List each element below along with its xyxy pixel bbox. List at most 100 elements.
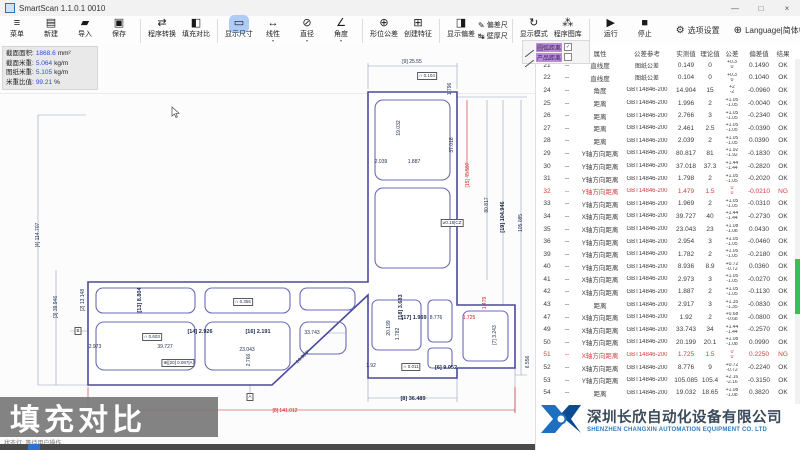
close-button[interactable]: ×: [774, 1, 800, 16]
table-row[interactable]: 31--Y轴方向距离GBT14846-2001.7982+1.05-1.05-0…: [538, 172, 794, 185]
toolbar-button-create-feature[interactable]: ⊞创建特征: [401, 17, 435, 39]
smartscan-app: { "title_bar": { "title": "SmartScan 1.1…: [0, 0, 800, 450]
toolbar-button-import[interactable]: ▰导入: [68, 17, 102, 39]
toolbar-button-diameter[interactable]: ⊘直径▾: [290, 17, 324, 42]
column-header[interactable]: 公差参考: [622, 48, 672, 58]
maximize-button[interactable]: □: [748, 1, 774, 16]
toolbar-button-deviation-ruler[interactable]: ✎偏差尺: [478, 20, 508, 31]
table-cell: --: [556, 226, 578, 233]
table-row[interactable]: 51--X轴方向距离GBT14846-2001.7251.5000.2250NG: [538, 349, 794, 362]
result-badge: OK: [774, 301, 792, 308]
scrollbar-thumb[interactable]: [795, 259, 800, 314]
result-badge: OK: [774, 150, 792, 157]
deviation-cell: -0.2730: [744, 213, 774, 220]
dimension-label: A: [246, 393, 253, 401]
toolbar-button-run[interactable]: ▶运行: [594, 17, 628, 39]
table-row[interactable]: 54--距离GBT14846-20019.03218.65+1.08-1.080…: [538, 386, 794, 399]
dimension-label: ⌀0.18|CZ: [441, 219, 464, 227]
table-row[interactable]: 30--Y轴方向距离GBT14846-20037.01837.3+1.44-1.…: [538, 160, 794, 173]
table-row[interactable]: 41--X轴方向距离GBT14846-2002.9733+1.05-1.05-0…: [538, 273, 794, 286]
column-header[interactable]: 实测值: [672, 48, 700, 58]
info-unit: kg/m: [54, 68, 68, 78]
table-row[interactable]: 47--X轴方向距离GBT14846-2001.922+0.68-0.68-0.…: [538, 311, 794, 324]
table-row[interactable]: 26--距离GBT14846-2002.7663+1.05-1.05-0.234…: [538, 109, 794, 122]
toolbar-button-display-mode[interactable]: ↻显示模式▾: [517, 17, 551, 42]
info-value: 1868.6: [36, 49, 56, 59]
table-cell: 15: [700, 87, 720, 94]
toolbar-button-show-deviation[interactable]: ◨显示偏差: [444, 17, 478, 39]
table-row[interactable]: 35--X轴方向距离GBT14846-20023.04323+1.08-1.08…: [538, 223, 794, 236]
fill-compare-icon: ◧: [188, 17, 204, 31]
table-row[interactable]: 36--Y轴方向距离GBT14846-2002.9543+1.05-1.05-0…: [538, 235, 794, 248]
table-row[interactable]: 22--直线度图纸公差0.1040+0.300.1040OK: [538, 72, 794, 85]
toolbar-button-label: 形位公差: [370, 31, 398, 39]
table-row[interactable]: 34--X轴方向距离GBT14846-20039.72740+1.44-1.44…: [538, 210, 794, 223]
info-row: 截面米重:5.064kg/m: [6, 59, 94, 69]
table-cell: --: [556, 389, 578, 396]
column-header[interactable]: 结果: [774, 48, 792, 58]
table-row[interactable]: 28--距离GBT14846-2002.0392+1.05-1.050.0390…: [538, 135, 794, 148]
table-row[interactable]: 33--Y轴方向距离GBT14846-2001.9692+1.05-1.05-0…: [538, 198, 794, 211]
toolbar-button-save[interactable]: ▣保存: [102, 17, 136, 39]
toolbar-button-show-dimensions[interactable]: ▭显示尺寸: [222, 17, 256, 39]
table-row[interactable]: 40--Y轴方向距离GBT14846-2008.9368.9+0.72-0.72…: [538, 261, 794, 274]
tolerance-cell: +1.08-1.08: [720, 224, 744, 234]
column-header[interactable]: 理论值: [700, 48, 720, 58]
dimension-label: 1.796: [447, 83, 453, 96]
column-header[interactable]: 偏差值: [744, 48, 774, 58]
program-convert-icon: ⇄: [154, 17, 169, 31]
table-row[interactable]: 53--Y轴方向距离GBT14846-200105.085105.4+2.16-…: [538, 374, 794, 387]
table-cell: 1.782: [672, 251, 700, 258]
toolbar-button-new[interactable]: ▤新建: [34, 17, 68, 39]
result-badge: OK: [774, 163, 792, 170]
table-row[interactable]: 43--距离GBT14846-2002.9173+1.35-1.35-0.083…: [538, 298, 794, 311]
table-row[interactable]: 42--X轴方向距离GBT14846-2001.8872+1.05-1.05-0…: [538, 286, 794, 299]
legend-checkbox[interactable]: ✓: [564, 43, 572, 51]
table-row[interactable]: 49--X轴方向距离GBT14846-20033.74334+1.44-1.44…: [538, 323, 794, 336]
table-cell: --: [556, 326, 578, 333]
toolbar-button-option-settings[interactable]: ⚙选项设置: [676, 25, 720, 36]
deviation-cell: -0.2340: [744, 112, 774, 119]
table-scrollbar[interactable]: [795, 59, 800, 404]
table-cell: 34: [700, 326, 720, 333]
dimension-label: ∩ 0.356: [233, 298, 253, 306]
toolbar-button-linear[interactable]: ↔线性▾: [256, 17, 290, 42]
toolbar-button-wall-ruler[interactable]: ↹壁厚尺: [478, 31, 508, 42]
legend-item[interactable]: 圆弧距离✓: [525, 42, 587, 52]
table-row[interactable]: 25--距离GBT14846-2001.9962+1.05-1.05-0.004…: [538, 97, 794, 110]
toolbar-button-angle[interactable]: ∠角度▾: [324, 17, 358, 42]
legend-item[interactable]: 产品距离: [525, 52, 587, 62]
table-cell: 2: [700, 100, 720, 107]
table-cell: --: [556, 377, 578, 384]
column-header[interactable]: 公差: [720, 48, 744, 58]
tolerance-cell: +0.68-0.68: [720, 312, 744, 322]
toolbar-button-program-gallery[interactable]: ⁂程序图库: [551, 17, 585, 39]
minimize-button[interactable]: —: [722, 1, 748, 16]
table-cell: GBT14846-200: [622, 163, 672, 169]
table-cell: 36: [538, 238, 556, 245]
table-row[interactable]: 50--Y轴方向距离GBT14846-20020.19920.1+1.08-1.…: [538, 336, 794, 349]
toolbar-button-menu[interactable]: ≡菜单: [0, 17, 34, 39]
display-mode-icon: ↻: [526, 17, 541, 31]
table-row[interactable]: 29--Y轴方向距离GBT14846-20080.81781+1.92-1.92…: [538, 147, 794, 160]
toolbar-button-fill-compare[interactable]: ◧填充对比: [179, 17, 213, 39]
table-row[interactable]: 27--距离GBT14846-2002.4612.5+1.05-1.05-0.0…: [538, 122, 794, 135]
toolbar-button-form-tolerance[interactable]: ⊕形位公差: [367, 17, 401, 39]
table-row[interactable]: 39--Y轴方向距离GBT14846-2001.7822+1.05-1.05-0…: [538, 248, 794, 261]
deviation-cell: -0.3150: [744, 377, 774, 384]
drawing-canvas[interactable]: 截面面积:1868.6mm²截面米重:5.064kg/m图纸米重:5.105kg…: [0, 45, 535, 450]
taskbar-app-indicator[interactable]: [28, 444, 40, 450]
legend-checkbox[interactable]: [564, 53, 572, 61]
table-row[interactable]: 24--角度GBT14846-20014.90415+2-2-0.0960OK: [538, 84, 794, 97]
table-row[interactable]: 32--Y轴方向距离GBT14846-2001.4791.500-0.0210N…: [538, 185, 794, 198]
legend-item-label: 圆弧距离: [536, 43, 562, 52]
table-cell: 图纸公差: [622, 61, 672, 70]
stop-icon: ■: [638, 17, 651, 31]
dimension-label: 1.725: [463, 315, 476, 321]
table-row[interactable]: 52--X轴方向距离GBT14846-2008.7769+0.72-0.72-0…: [538, 361, 794, 374]
toolbar-button-program-convert[interactable]: ⇄程序转换: [145, 17, 179, 39]
toolbar-button-language[interactable]: ⊕Language|简体中文: [734, 25, 800, 36]
deviation-cell: -0.2820: [744, 163, 774, 170]
toolbar-button-stop[interactable]: ■停止: [628, 17, 662, 39]
table-cell: 距离: [578, 111, 622, 121]
